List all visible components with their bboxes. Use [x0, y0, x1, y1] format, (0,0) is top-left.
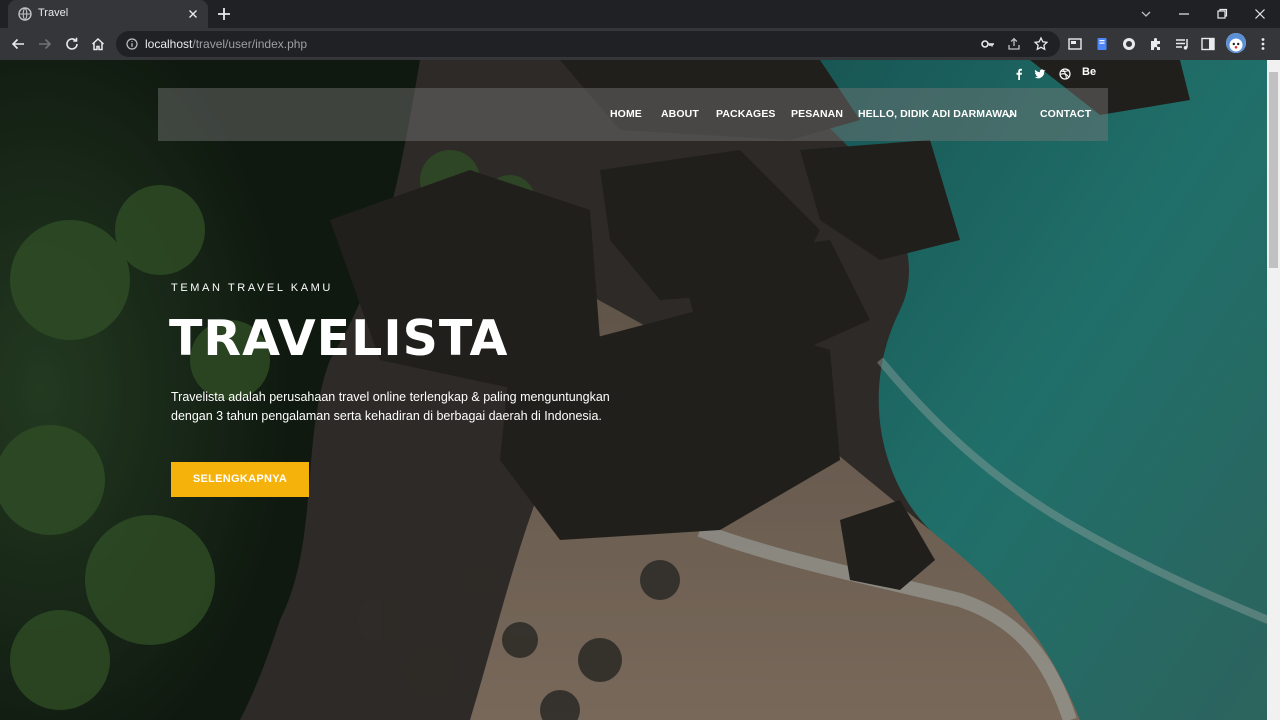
tab-search-icon[interactable]	[1067, 36, 1083, 52]
home-icon[interactable]	[90, 36, 106, 52]
nav-item-home[interactable]: HOME	[610, 108, 642, 120]
selengkapnya-button[interactable]: SELENGKAPNYA	[171, 462, 309, 497]
nav-item-user-menu[interactable]: HELLO, DIDIK ADI DARMAWAN	[858, 108, 1017, 120]
reload-icon[interactable]	[64, 36, 80, 52]
url-text: localhost/travel/user/index.php	[145, 37, 307, 51]
window-close-icon[interactable]	[1252, 6, 1268, 22]
nav-item-contact[interactable]: CONTACT	[1040, 108, 1091, 120]
facebook-icon[interactable]	[1013, 68, 1025, 80]
scrollbar-thumb[interactable]	[1269, 72, 1278, 268]
media-playlist-icon[interactable]	[1174, 36, 1190, 52]
side-panel-icon[interactable]	[1200, 36, 1216, 52]
globe-icon	[18, 7, 32, 21]
browser-tab[interactable]: Travel	[8, 0, 208, 28]
star-icon[interactable]	[1033, 36, 1049, 52]
page-scrollbar[interactable]	[1267, 60, 1280, 720]
browser-toolbar: localhost/travel/user/index.php	[0, 28, 1280, 60]
browser-tab-strip: Travel	[0, 0, 1280, 28]
puzzle-icon[interactable]	[1148, 36, 1164, 52]
hero-description: Travelista adalah perusahaan travel onli…	[171, 390, 610, 423]
behance-icon[interactable]: Be	[1082, 66, 1096, 78]
chevron-down-icon[interactable]	[1138, 6, 1154, 22]
chevron-down-icon[interactable]	[1005, 111, 1014, 120]
tab-title: Travel	[38, 7, 69, 19]
twitter-icon[interactable]	[1034, 68, 1046, 80]
hero-title: TRAVELISTA	[169, 310, 509, 367]
forward-arrow-icon[interactable]	[37, 36, 53, 52]
address-bar[interactable]: localhost/travel/user/index.php	[116, 31, 1060, 57]
nav-item-packages[interactable]: PACKAGES	[716, 108, 776, 120]
nav-item-about[interactable]: ABOUT	[661, 108, 699, 120]
hero-eyebrow: TEMAN TRAVEL KAMU	[171, 282, 333, 294]
share-icon[interactable]	[1006, 36, 1022, 52]
page-viewport: Be HOME ABOUT PACKAGES PESANAN HELLO, DI…	[0, 60, 1280, 720]
plus-icon[interactable]	[216, 6, 232, 22]
dribbble-icon[interactable]	[1059, 68, 1071, 80]
url-path: /travel/user/index.php	[192, 37, 308, 51]
close-icon[interactable]	[186, 7, 200, 21]
info-icon[interactable]	[126, 38, 138, 50]
document-extension-icon[interactable]	[1094, 36, 1110, 52]
key-icon[interactable]	[980, 36, 996, 52]
back-arrow-icon[interactable]	[10, 36, 26, 52]
nav-item-pesanan[interactable]: PESANAN	[791, 108, 843, 120]
minimize-icon[interactable]	[1176, 6, 1192, 22]
extension-circle-icon[interactable]	[1121, 36, 1137, 52]
url-host: localhost	[145, 37, 193, 51]
restore-icon[interactable]	[1214, 6, 1230, 22]
profile-avatar-icon	[1226, 33, 1246, 53]
kebab-menu-icon[interactable]	[1255, 36, 1271, 52]
profile-avatar[interactable]	[1226, 33, 1246, 53]
